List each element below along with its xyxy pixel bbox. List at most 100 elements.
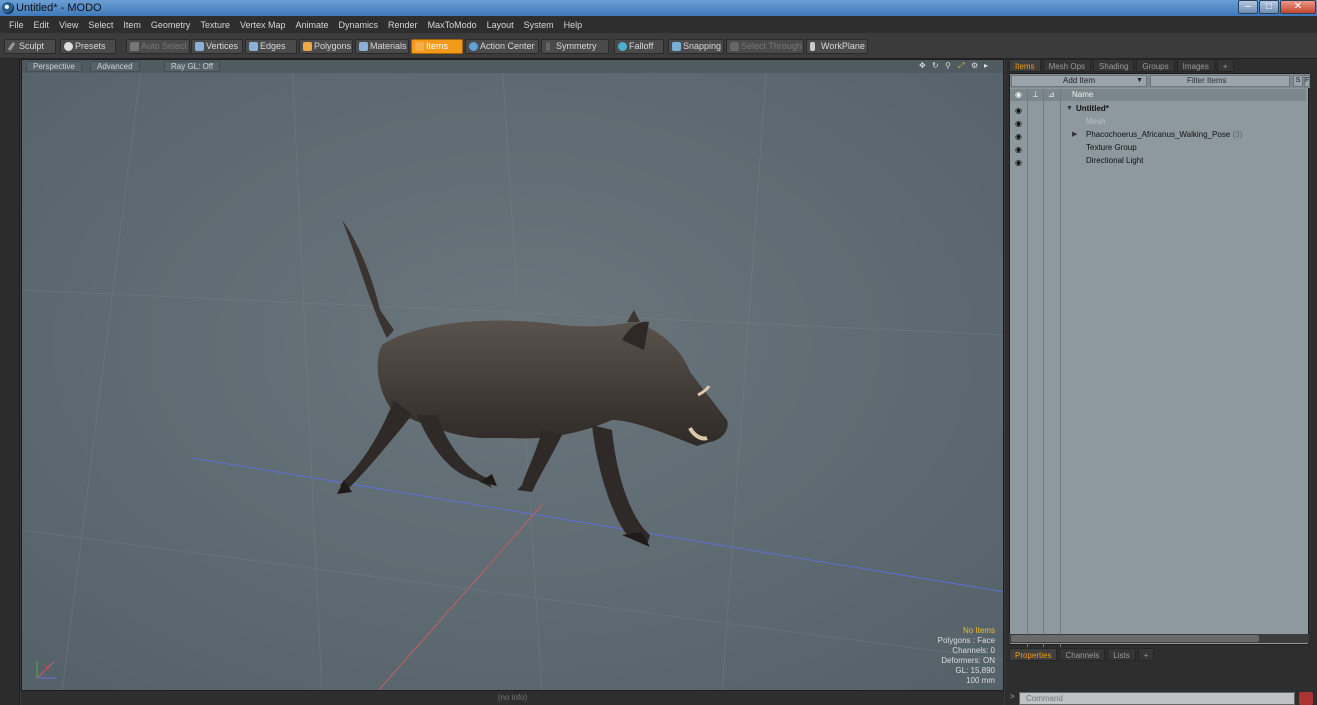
menu-edit[interactable]: Edit [29,20,55,30]
eye-icon[interactable]: ◉ [1015,130,1024,141]
filter-f-button[interactable]: F [1304,75,1310,87]
menu-layout[interactable]: Layout [482,20,519,30]
menu-select[interactable]: Select [83,20,118,30]
gear-icon[interactable]: ⚙ [971,61,980,70]
materials-button[interactable]: Materials [355,39,409,54]
materials-icon [359,42,368,51]
workplane-button[interactable]: WorkPlane [806,39,868,54]
eye-icon[interactable]: ◉ [1015,156,1024,167]
edges-button[interactable]: Edges [245,39,297,54]
tab-groups[interactable]: Groups [1136,59,1175,72]
edges-label: Edges [260,41,286,51]
menu-bar: File Edit View Select Item Geometry Text… [0,16,1317,33]
menu-view[interactable]: View [54,20,83,30]
link-column-icon: ⊿ [1048,90,1055,99]
tab-images[interactable]: Images [1176,59,1215,72]
name-column-header[interactable]: Name [1072,89,1093,101]
menu-vertex-map[interactable]: Vertex Map [235,20,291,30]
menu-maxtomodo[interactable]: MaxToModo [423,20,482,30]
rotate-view-icon[interactable]: ↻ [932,61,941,70]
menu-geometry[interactable]: Geometry [146,20,196,30]
tree-row-directional-light[interactable]: ◉ Directional Light [1010,154,1306,167]
polygons-button[interactable]: Polygons [299,39,353,54]
select-through-button[interactable]: Select Through [726,39,804,54]
auto-select-icon [130,42,139,51]
tree-row-warthog[interactable]: ◉ ▶ Phacochoerus_Africanus_Walking_Pose … [1010,128,1306,141]
tree-item-count: (3) [1232,130,1243,139]
items-icon [415,42,424,51]
3d-viewport[interactable]: Perspective Advanced Ray GL: Off ✥ ↻ ⚲ ⤢… [21,59,1004,691]
filter-items-input[interactable]: Filter Items [1150,75,1290,87]
workplane-icon [810,42,815,51]
vertices-button[interactable]: Vertices [191,39,243,54]
fit-view-icon[interactable]: ⤢ [958,61,967,70]
expand-triangle-icon[interactable]: ▶ [1072,128,1077,141]
tab-lists[interactable]: Lists [1107,648,1136,661]
tree-row-mesh[interactable]: ◉ Mesh [1010,115,1306,128]
presets-button[interactable]: Presets [60,39,116,54]
eye-icon[interactable]: ◉ [1015,104,1024,115]
action-center-button[interactable]: Action Center [465,39,539,54]
tree-item-label: Untitled* [1076,104,1109,113]
snapping-button[interactable]: Snapping [668,39,724,54]
command-input[interactable] [1019,692,1295,705]
horizontal-scrollbar[interactable] [1009,634,1309,643]
hud-gl: GL: 15,890 [955,666,995,675]
menu-system[interactable]: System [519,20,559,30]
properties-tab-bar: Properties Channels Lists + [1009,648,1315,661]
snapping-icon [672,42,681,51]
items-mode-button[interactable]: Items [411,39,463,54]
symmetry-button[interactable]: Symmetry [541,39,609,54]
tab-add[interactable]: + [1216,59,1234,72]
falloff-label: Falloff [629,41,654,51]
menu-help[interactable]: Help [559,20,588,30]
modo-app-icon [2,2,14,14]
arrow-right-icon[interactable]: ▸ [984,61,993,70]
tree-row-texture-group[interactable]: ◉ Texture Group [1010,141,1306,154]
title-bar: Untitled* - MODO – □ ✕ [0,0,1317,16]
hud-channels: Channels: 0 [952,646,995,655]
falloff-icon [618,42,627,51]
auto-select-button[interactable]: Auto Select [126,39,190,54]
raygl-toggle[interactable]: Ray GL: Off [164,61,221,72]
add-item-dropdown[interactable]: Add Item ▼ [1011,75,1147,87]
hud-deformers: Deformers: ON [941,656,995,665]
tab-shading[interactable]: Shading [1093,59,1135,72]
tab-items[interactable]: Items [1009,59,1041,72]
select-through-icon [730,42,739,51]
expand-triangle-icon[interactable]: ▼ [1066,102,1073,115]
minimize-button[interactable]: – [1238,0,1258,14]
move-view-icon[interactable]: ✥ [919,61,928,70]
sculpt-button[interactable]: Sculpt [4,39,56,54]
eye-icon[interactable]: ◉ [1015,117,1024,128]
select-through-label: Select Through [741,41,802,51]
tree-row-scene[interactable]: ◉ ▼ Untitled* [1010,102,1306,115]
menu-file[interactable]: File [4,20,29,30]
falloff-button[interactable]: Falloff [614,39,664,54]
menu-animate[interactable]: Animate [290,20,333,30]
tree-item-label: Texture Group [1086,143,1137,152]
maximize-button[interactable]: □ [1259,0,1279,14]
tab-properties[interactable]: Properties [1009,648,1058,661]
zoom-view-icon[interactable]: ⚲ [945,61,954,70]
menu-item[interactable]: Item [118,20,146,30]
action-center-icon [469,42,478,51]
items-list-panel: Add Item ▼ Filter Items S F ◉ ⊥ ⊿ Name ◉… [1009,73,1310,647]
tab-add-bottom[interactable]: + [1137,648,1155,661]
menu-render[interactable]: Render [383,20,423,30]
view-mode-dropdown[interactable]: Perspective [26,61,82,72]
menu-dynamics[interactable]: Dynamics [334,20,384,30]
shading-dropdown[interactable]: Advanced [90,61,140,72]
symmetry-label: Symmetry [556,41,597,51]
command-record-button[interactable] [1299,692,1313,705]
tab-channels[interactable]: Channels [1059,648,1106,661]
scrollbar-thumb[interactable] [1011,635,1259,642]
tree-item-label: Mesh [1086,117,1106,126]
close-button[interactable]: ✕ [1280,0,1316,14]
viewport-tools: ✥ ↻ ⚲ ⤢ ⚙ ▸ [919,61,993,70]
eye-icon[interactable]: ◉ [1015,143,1024,154]
filter-s-button[interactable]: S [1293,75,1303,87]
tab-mesh-ops[interactable]: Mesh Ops [1042,59,1092,72]
menu-texture[interactable]: Texture [195,20,235,30]
lock-column-icon: ⊥ [1032,90,1039,99]
